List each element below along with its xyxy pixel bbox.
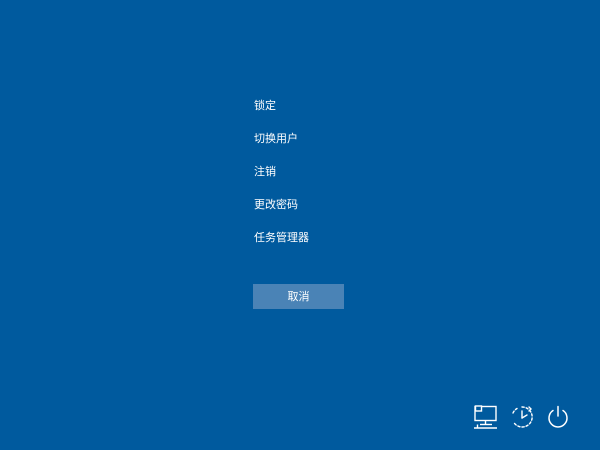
security-options-screen: 锁定 切换用户 注销 更改密码 任务管理器 取消	[0, 0, 600, 450]
cancel-button[interactable]: 取消	[253, 284, 344, 309]
menu-item-switch-user[interactable]: 切换用户	[254, 128, 309, 150]
menu-item-lock[interactable]: 锁定	[254, 95, 309, 117]
menu-item-change-password[interactable]: 更改密码	[254, 194, 309, 216]
network-icon[interactable]	[473, 404, 499, 430]
power-icon[interactable]	[545, 404, 571, 430]
security-options-menu: 锁定 切换用户 注销 更改密码 任务管理器	[254, 95, 309, 260]
menu-item-task-manager[interactable]: 任务管理器	[254, 227, 309, 249]
menu-item-sign-out[interactable]: 注销	[254, 161, 309, 183]
ease-of-access-icon[interactable]	[509, 404, 535, 430]
